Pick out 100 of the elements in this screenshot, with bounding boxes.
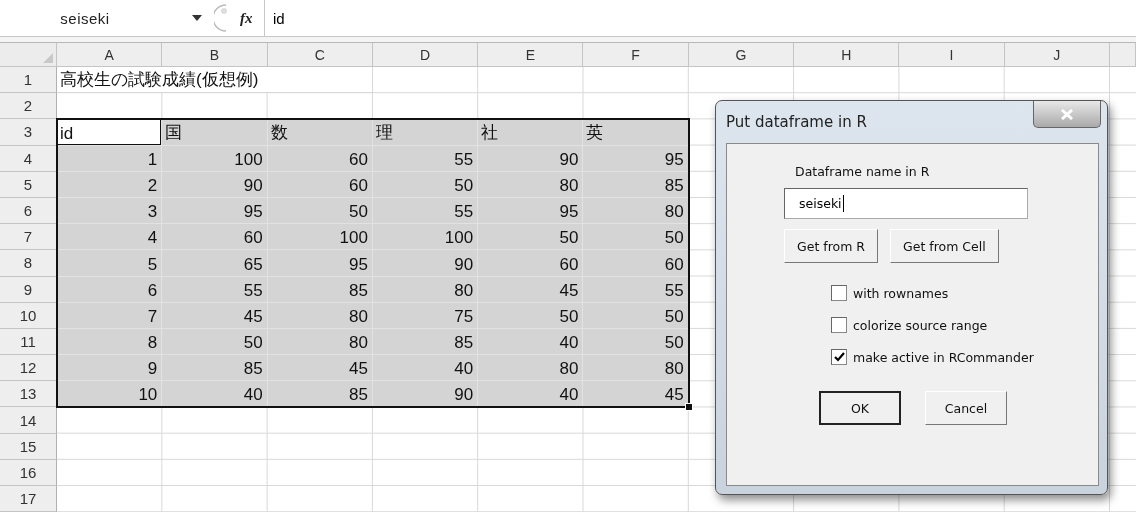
table-cell: 90 [372, 250, 479, 277]
table-cell: 社 [478, 119, 584, 146]
table-cell: 5 [57, 250, 163, 277]
table-cell: 80 [267, 302, 373, 329]
table-cell: 理 [372, 119, 479, 146]
table-cell: 1 [57, 145, 163, 172]
table-cell: 85 [372, 328, 479, 356]
table-cell: 80 [267, 328, 373, 356]
checkbox-label[interactable]: make active in RCommander [853, 349, 1034, 365]
table-cell: 95 [162, 197, 268, 225]
table-cell: 国 [162, 119, 268, 146]
table-cell: 90 [372, 381, 479, 408]
row-header[interactable]: 1 [0, 67, 57, 94]
checkbox-label[interactable]: colorize source range [853, 317, 988, 333]
table-cell: 60 [267, 171, 373, 198]
table-cell: 50 [478, 302, 584, 329]
source-button[interactable]: Get from R [784, 229, 878, 263]
table-cell: 8 [57, 328, 163, 356]
table-cell: 80 [583, 355, 689, 382]
table-cell: 40 [478, 328, 584, 356]
table-cell: 60 [267, 145, 373, 172]
dialog-button[interactable]: Cancel [925, 391, 1007, 425]
column-header[interactable]: G [688, 43, 795, 67]
table-cell: 50 [267, 197, 373, 225]
table-cell: 45 [162, 302, 268, 329]
table-cell: 45 [267, 355, 373, 382]
column-header[interactable]: J [1004, 43, 1110, 67]
table-cell: 60 [478, 250, 584, 277]
table-cell: 90 [478, 145, 584, 172]
table-cell: 40 [372, 355, 479, 382]
table-cell: 3 [57, 197, 163, 225]
table-cell: 85 [267, 381, 373, 408]
function-label[interactable]: fx [240, 9, 264, 27]
table-cell: 4 [57, 224, 163, 251]
table-cell: 50 [372, 171, 479, 198]
table-cell: 数 [267, 119, 373, 146]
table-cell: 85 [583, 171, 689, 198]
table-cell: 55 [372, 197, 479, 225]
table-cell: 40 [162, 381, 268, 408]
row-header[interactable]: 13 [0, 381, 57, 408]
row-header[interactable]: 2 [0, 93, 57, 120]
table-cell: 高校生の試験成績(仮想例) [57, 67, 373, 94]
field-label: Dataframe name in R [795, 164, 930, 179]
table-cell: 80 [372, 276, 479, 303]
row-header[interactable]: 16 [0, 459, 57, 486]
table-cell: 75 [372, 302, 479, 329]
formula-field[interactable]: id [264, 0, 1136, 36]
row-header[interactable]: 15 [0, 433, 57, 460]
column-header[interactable]: I [899, 43, 1005, 67]
table-cell: 85 [267, 276, 373, 303]
name-box[interactable]: seiseki [0, 4, 170, 32]
table-cell: 60 [583, 250, 689, 277]
table-cell: 50 [583, 302, 689, 329]
table-cell: 95 [583, 145, 689, 172]
table-cell: 65 [162, 250, 268, 277]
column-header[interactable]: C [267, 43, 373, 67]
table-cell: 50 [162, 328, 268, 356]
name-field[interactable]: seiseki [784, 188, 1028, 219]
table-cell: 50 [478, 224, 584, 251]
table-cell: 7 [57, 302, 163, 329]
row-header[interactable]: 3 [0, 119, 57, 146]
row-header[interactable]: 8 [0, 250, 57, 277]
column-header[interactable]: F [583, 43, 689, 67]
table-cell: 55 [162, 276, 268, 303]
table-cell: 2 [57, 171, 163, 198]
table-cell: 100 [162, 145, 268, 172]
source-button[interactable]: Get from Cell [890, 229, 999, 263]
table-cell: 80 [478, 355, 584, 382]
table-cell: 95 [478, 197, 584, 225]
table-cell: 英 [583, 119, 689, 146]
table-cell: 80 [478, 171, 584, 198]
dialog-title: Put dataframe in R [726, 113, 867, 131]
row-header[interactable]: 12 [0, 355, 57, 382]
column-header[interactable]: B [162, 43, 268, 67]
table-cell: 10 [57, 381, 163, 408]
table-cell: 55 [372, 145, 479, 172]
row-header[interactable]: 14 [0, 407, 57, 434]
table-cell: 45 [583, 381, 689, 408]
table-cell: 100 [267, 224, 373, 251]
table-cell: 90 [162, 171, 268, 198]
column-header[interactable]: E [478, 43, 584, 67]
dialog-button[interactable]: OK [819, 391, 901, 425]
table-cell: 45 [478, 276, 584, 303]
table-cell: 55 [583, 276, 689, 303]
row-header[interactable]: 17 [0, 486, 57, 513]
column-header[interactable]: A [57, 43, 163, 67]
checkbox-label[interactable]: with rownames [853, 285, 949, 301]
table-cell: 6 [57, 276, 163, 303]
table-cell: 40 [478, 381, 584, 408]
table-cell: 85 [162, 355, 268, 382]
column-header[interactable]: D [372, 43, 479, 67]
table-cell: 80 [583, 197, 689, 225]
table-cell: 95 [267, 250, 373, 277]
table-cell: 50 [583, 224, 689, 251]
table-cell: 9 [57, 355, 163, 382]
table-cell: 100 [372, 224, 479, 251]
table-cell: 50 [583, 328, 689, 356]
column-header[interactable]: H [794, 43, 900, 67]
row-header[interactable]: 7 [0, 224, 57, 251]
table-cell: 60 [162, 224, 268, 251]
